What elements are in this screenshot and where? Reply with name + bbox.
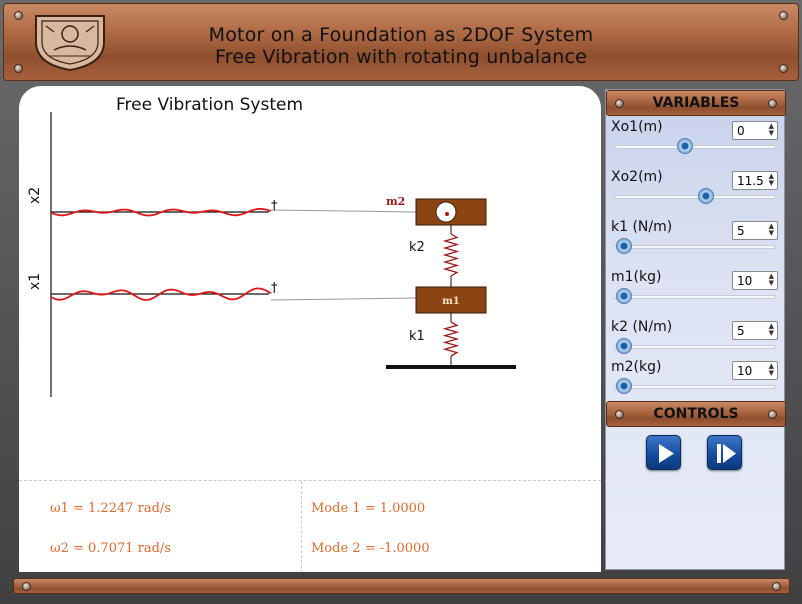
axis-label-x2: x2 bbox=[27, 187, 43, 204]
xo2-spinner[interactable]: 11.5 ▲ ▼ bbox=[732, 171, 778, 190]
play-icon bbox=[659, 444, 674, 463]
xo1-slider-track[interactable] bbox=[614, 145, 776, 149]
m1-slider-track[interactable] bbox=[614, 295, 776, 299]
axis-label-x1: x1 bbox=[27, 273, 43, 290]
variable-label: m2(kg) bbox=[611, 359, 662, 375]
footer-bar bbox=[13, 578, 790, 594]
mass-m2-label: m2 bbox=[386, 195, 405, 208]
rivet bbox=[772, 582, 781, 591]
title-bar: Motor on a Foundation as 2DOF System Fre… bbox=[3, 3, 799, 81]
mode2-value: Mode 2 = -1.0000 bbox=[311, 541, 430, 556]
x2-marker: † bbox=[271, 199, 278, 214]
app-subtitle: Free Vibration with rotating unbalance bbox=[215, 46, 587, 68]
app-title: Motor on a Foundation as 2DOF System bbox=[208, 24, 594, 46]
spring-k2 bbox=[442, 225, 460, 287]
unbalance-rotor-icon bbox=[435, 201, 457, 223]
m2-spinner[interactable]: 10 ▲ ▼ bbox=[732, 361, 778, 380]
play-button[interactable] bbox=[646, 435, 681, 470]
spinner-value: 10 bbox=[737, 364, 753, 378]
omega1-value: ω1 = 1.2247 rad/s bbox=[50, 501, 171, 516]
spinner-arrows-icon[interactable]: ▲ ▼ bbox=[769, 273, 774, 287]
k2-spinner[interactable]: 5 ▲ ▼ bbox=[732, 321, 778, 340]
spinner-arrows-icon[interactable]: ▲ ▼ bbox=[769, 223, 774, 237]
x1-marker: † bbox=[271, 281, 278, 296]
mass-m1-label: m1 bbox=[442, 296, 460, 307]
unbalance-mass-dot bbox=[445, 212, 449, 216]
k1-slider-track[interactable] bbox=[614, 245, 776, 249]
step-forward-icon bbox=[717, 444, 736, 463]
m1-slider-handle[interactable] bbox=[616, 288, 632, 304]
xo1-slider-handle[interactable] bbox=[677, 138, 694, 154]
xo2-slider-handle[interactable] bbox=[698, 188, 715, 204]
spinner-value: 5 bbox=[737, 324, 745, 338]
variables-header: VARIABLES bbox=[606, 90, 786, 116]
variable-label: Xo1(m) bbox=[611, 119, 663, 135]
step-forward-button[interactable] bbox=[707, 435, 742, 470]
spinner-arrows-icon[interactable]: ▲ ▼ bbox=[769, 363, 774, 377]
results-divider bbox=[301, 481, 302, 572]
variable-label: k2 (N/m) bbox=[611, 319, 673, 335]
vibration-diagram: † † x2 x1 m2 k2 m1 k1 bbox=[27, 112, 516, 397]
m2-slider-track[interactable] bbox=[614, 385, 776, 389]
spring-k1 bbox=[442, 313, 460, 365]
xo2-slider-track[interactable] bbox=[614, 195, 776, 199]
simulation-canvas: Free Vibration System † † x2 x1 m2 k2 m1… bbox=[19, 86, 601, 572]
results-panel: ω1 = 1.2247 rad/s ω2 = 0.7071 rad/s Mode… bbox=[19, 480, 601, 572]
variable-label: Xo2(m) bbox=[611, 169, 663, 185]
control-panel: VARIABLES Xo1(m) 0 ▲ ▼ Xo2(m) 11.5 ▲ ▼ k1 … bbox=[605, 89, 786, 570]
rivet bbox=[779, 11, 788, 20]
k2-slider-track[interactable] bbox=[614, 345, 776, 349]
variable-label: k1 (N/m) bbox=[611, 219, 673, 235]
controls-title: CONTROLS bbox=[653, 406, 739, 422]
variable-xo2: Xo2(m) 11.5 ▲ ▼ bbox=[606, 169, 786, 219]
xo1-spinner[interactable]: 0 ▲ ▼ bbox=[732, 121, 778, 140]
x1-connector bbox=[270, 297, 417, 301]
m2-slider-handle[interactable] bbox=[616, 378, 632, 394]
variable-k1: k1 (N/m) 5 ▲ ▼ bbox=[606, 219, 786, 269]
spinner-arrows-icon[interactable]: ▲ ▼ bbox=[769, 323, 774, 337]
spring-k1-label: k1 bbox=[409, 329, 425, 344]
k1-slider-handle[interactable] bbox=[616, 238, 632, 254]
omega2-value: ω2 = 0.7071 rad/s bbox=[50, 541, 171, 556]
spinner-arrows-icon[interactable]: ▲ ▼ bbox=[769, 123, 774, 137]
controls-header: CONTROLS bbox=[606, 401, 786, 427]
m1-spinner[interactable]: 10 ▲ ▼ bbox=[732, 271, 778, 290]
spinner-value: 11.5 bbox=[737, 174, 764, 188]
k2-slider-handle[interactable] bbox=[616, 338, 632, 354]
k1-spinner[interactable]: 5 ▲ ▼ bbox=[732, 221, 778, 240]
rivet bbox=[14, 11, 23, 20]
x2-connector bbox=[270, 209, 417, 213]
mode1-value: Mode 1 = 1.0000 bbox=[311, 501, 426, 516]
spinner-value: 10 bbox=[737, 274, 753, 288]
ground bbox=[386, 365, 516, 369]
variables-title: VARIABLES bbox=[652, 95, 740, 111]
variable-label: m1(kg) bbox=[611, 269, 662, 285]
spinner-value: 5 bbox=[737, 224, 745, 238]
spinner-value: 0 bbox=[737, 124, 745, 138]
spring-k2-label: k2 bbox=[409, 240, 425, 255]
variable-xo1: Xo1(m) 0 ▲ ▼ bbox=[606, 119, 786, 169]
rivet bbox=[22, 582, 31, 591]
variable-m1: m1(kg) 10 ▲ ▼ bbox=[606, 269, 786, 319]
spinner-arrows-icon[interactable]: ▲ ▼ bbox=[769, 173, 774, 187]
